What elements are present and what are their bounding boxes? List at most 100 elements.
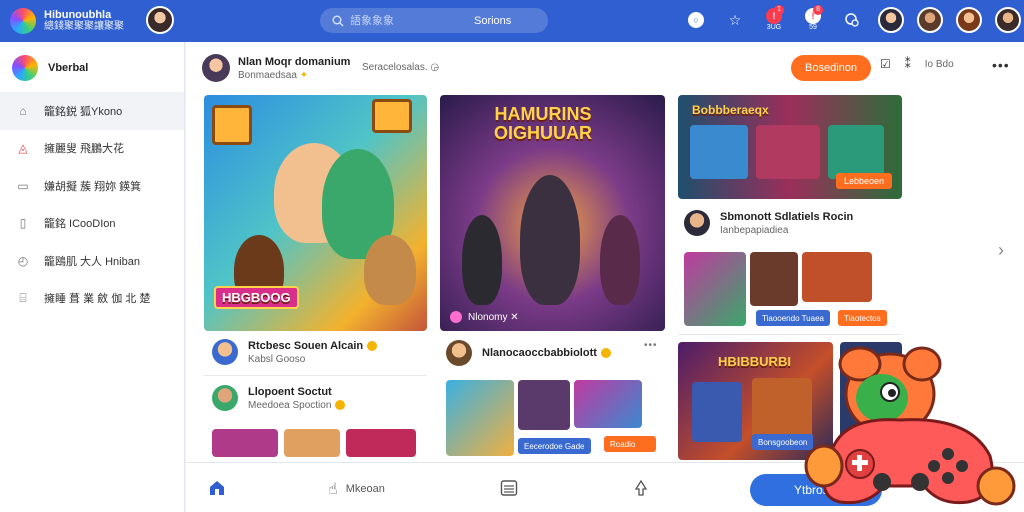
post-subtitle: Bonmaedsaa — [238, 69, 300, 81]
nav-upload[interactable] — [632, 479, 650, 497]
document-icon: ▯ — [19, 216, 27, 231]
post-author: Sbmonott Sdlatiels Rocin — [720, 210, 854, 223]
thumbnail[interactable] — [802, 252, 872, 302]
search-button[interactable]: Sorions — [474, 15, 511, 27]
top-icons: ○ ☆ 1 ! 3UG 8 ! 59 — [682, 5, 1024, 35]
more-options-icon[interactable]: ••• — [992, 57, 1010, 73]
profile-icon[interactable] — [877, 5, 905, 35]
chat-icon[interactable] — [838, 5, 866, 35]
sidebar-item-label: 籠鴎肌 大人 Hniban — [44, 255, 140, 268]
list-item[interactable]: Rtcbesc Souen Alcain Kabsl Gooso — [212, 339, 378, 365]
thumbnail[interactable] — [518, 380, 570, 430]
art-badge[interactable]: Lebbeoen — [835, 173, 892, 189]
tag-chip[interactable]: Roadio — [604, 436, 656, 452]
alert-badge: 8 — [813, 5, 823, 15]
tag-chip[interactable]: Eecerodoe Gade — [518, 438, 591, 454]
character-figure — [520, 175, 580, 305]
tag-chip[interactable]: Tiaotectos — [838, 310, 887, 326]
avatar[interactable] — [202, 54, 230, 82]
game-art-card[interactable]: Bobbberaeqx Lebbeoen — [678, 95, 902, 199]
character-figure — [600, 215, 640, 305]
tag-chip[interactable]: Tiaooendo Tuaea — [756, 310, 830, 326]
share-label[interactable]: Io Bdo — [925, 59, 954, 70]
nav-home[interactable] — [208, 479, 226, 497]
list-item[interactable]: Llopoent Soctut Meedoea Spoction — [212, 385, 346, 411]
brand-title: Hibunoubhla — [44, 9, 112, 21]
art-caption: Nlonomy — [468, 311, 508, 323]
sidebar-item-label: 籠銘鋭 狐Ykono — [44, 105, 123, 118]
thumbnail[interactable] — [212, 429, 278, 457]
sidebar-item-stats[interactable]: ⌸ 擁睡 葺 業 斂 伽 北 楚 — [0, 280, 184, 318]
character-figure — [364, 235, 416, 305]
home-circle-icon[interactable]: ○ — [682, 5, 710, 35]
dice-block — [212, 105, 252, 145]
checklist-icon[interactable]: ☑ — [880, 57, 891, 71]
search-bar: Sorions — [320, 8, 548, 33]
thumbnail[interactable] — [284, 429, 340, 457]
avatar[interactable] — [955, 5, 983, 35]
sidebar-title: Vberbal — [48, 62, 89, 74]
list-item[interactable]: Sbmonott Sdlatiels Rocin Ianbepapiadiea — [684, 210, 853, 236]
brand-logo-icon — [10, 8, 36, 34]
thumbnail — [690, 125, 748, 179]
post-subtitle: Meedoea Spoction — [248, 399, 332, 411]
group-icon[interactable]: ⁑ — [905, 57, 911, 71]
notification-badge: 1 — [774, 5, 784, 15]
verified-icon — [600, 348, 611, 359]
sidebar-item-home[interactable]: ⌂ 籠銘鋭 狐Ykono — [0, 92, 184, 130]
nav-label: Mkeoan — [345, 483, 385, 495]
game-art-card[interactable]: HAMURINS OIGHUUAR Nlonomy ✕ — [440, 95, 665, 331]
post-author[interactable]: Nlan Moqr domanium — [238, 56, 350, 68]
thumbnail — [828, 125, 884, 179]
channel-icon — [450, 311, 462, 323]
sidebar: Vberbal ⌂ 籠銘鋭 狐Ykono ◬ 擁麗叟 飛鵬大花 ▭ 嫌胡擬 蔟 … — [0, 42, 185, 512]
sidebar-item-documents[interactable]: ▯ 籠銘 ICooDIon — [0, 205, 184, 243]
nav-support[interactable]: ☝ Mkeoan — [328, 479, 385, 499]
sidebar-header[interactable]: Vberbal — [0, 42, 184, 92]
game-art-card[interactable]: HBGBOOG — [204, 95, 427, 331]
avatar[interactable] — [994, 5, 1022, 35]
thumbnail[interactable] — [446, 380, 514, 456]
clock-icon: ◴ — [17, 253, 29, 268]
search-input[interactable] — [350, 14, 470, 27]
sidebar-item-label: 籠銘 ICooDIon — [44, 218, 116, 231]
thumbnail — [756, 125, 820, 179]
notification-icon[interactable]: 1 ! 3UG — [760, 5, 788, 35]
avatar[interactable] — [916, 5, 944, 35]
avatar — [684, 210, 710, 236]
header-actions: ☑ ⁑ Io Bdo — [880, 57, 968, 71]
thumbnail[interactable] — [346, 429, 416, 457]
sidebar-item-history[interactable]: ◴ 籠鴎肌 大人 Hniban — [0, 242, 184, 280]
refresh-icon[interactable]: ◶ — [430, 62, 439, 73]
art-title: HBIBBURBI — [718, 354, 791, 369]
post-author: Rtcbesc Souen Alcain — [248, 339, 364, 352]
notification-caption: 3UG — [766, 24, 782, 31]
sidebar-item-users[interactable]: ◬ 擁麗叟 飛鵬大花 — [0, 130, 184, 168]
divider — [204, 375, 427, 376]
sidebar-item-label: 嫌胡擬 蔟 翔妳 鍈箕 — [44, 180, 142, 193]
sidebar-item-label: 擁麗叟 飛鵬大花 — [44, 143, 125, 156]
alert-icon[interactable]: 8 ! 59 — [799, 5, 827, 35]
follow-button[interactable]: Bosedinon — [791, 55, 871, 81]
star-icon[interactable]: ☆ — [721, 5, 749, 35]
verified-icon — [335, 399, 346, 410]
chevron-right-icon[interactable]: › — [998, 240, 1004, 261]
avatar — [212, 339, 238, 365]
nav-list[interactable] — [500, 479, 518, 497]
thumbnail[interactable] — [750, 252, 798, 306]
list-icon — [500, 480, 518, 496]
more-options-icon[interactable]: ••• — [644, 340, 658, 351]
post-author: Llopoent Soctut — [248, 385, 332, 398]
share-icon[interactable]: ✕ — [507, 312, 518, 323]
thumbnail[interactable] — [684, 252, 746, 326]
controller-mascot — [804, 346, 1016, 506]
avatar — [212, 385, 238, 411]
post-author: Nlanocaoccbabbiolott — [482, 347, 597, 359]
thumbnail[interactable] — [574, 380, 642, 428]
list-item[interactable]: Nlanocaoccbabbiolott — [446, 340, 611, 366]
top-bar: Hibunoubhla 總錢聚聚聚讓聚聚 Sorions ○ ☆ 1 ! 3UG… — [0, 0, 1024, 42]
avatar[interactable] — [146, 6, 174, 34]
window-icon: ▭ — [17, 178, 29, 193]
sidebar-item-window[interactable]: ▭ 嫌胡擬 蔟 翔妳 鍈箕 — [0, 167, 184, 205]
chart-icon: ⌸ — [19, 290, 27, 305]
